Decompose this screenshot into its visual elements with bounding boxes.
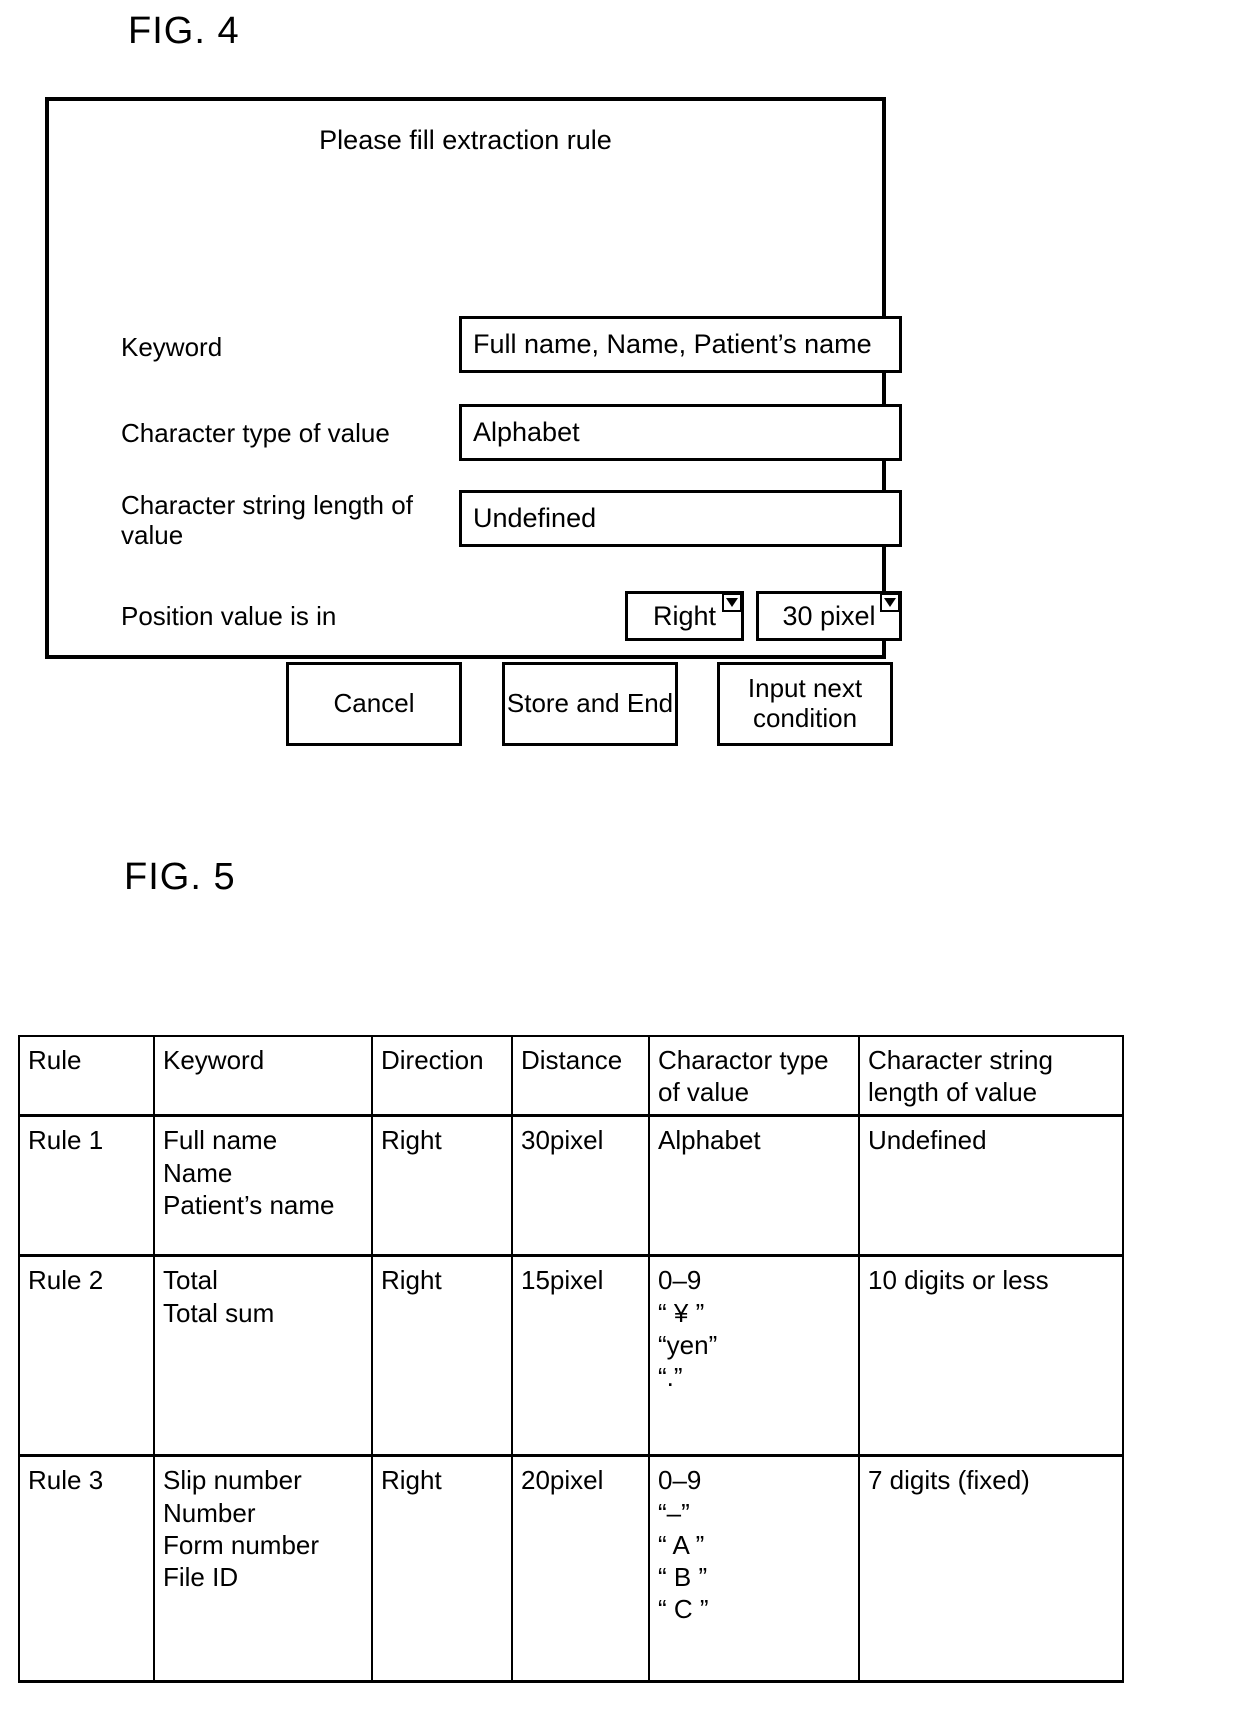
cell-keyword: Total Total sum	[153, 1254, 373, 1458]
cell-charactor-type: 0–9 “ ¥ ” “yen” “.”	[648, 1254, 860, 1458]
header-charactor-type: Charactor type of value	[648, 1035, 860, 1118]
table-row: Rule 1 Full name Name Patient’s name Right…	[18, 1114, 1124, 1258]
header-direction: Direction	[371, 1035, 513, 1118]
table-header-row: Rule Keyword Direction Distance Characto…	[18, 1035, 1124, 1118]
header-distance: Distance	[511, 1035, 650, 1118]
cell-line: Alphabet	[658, 1125, 761, 1156]
figure-4-label: FIG. 4	[128, 10, 240, 52]
table-row: Rule 3 Slip number Number Form number File …	[18, 1454, 1124, 1684]
distance-dropdown[interactable]: 30 pixel	[756, 591, 902, 641]
cell-line: Total	[163, 1265, 218, 1296]
extraction-rule-dialog: Please fill extraction rule Keyword Full…	[45, 97, 902, 746]
extraction-rules-table: Rule Keyword Direction Distance Characto…	[18, 1035, 1124, 1684]
header-charactor-type-line1: Charactor type	[658, 1045, 829, 1075]
cell-rule: Rule 2	[18, 1254, 155, 1458]
cell-charactor-type: Alphabet	[648, 1114, 860, 1258]
keyword-label: Keyword	[121, 332, 223, 362]
cell-direction: Right	[371, 1454, 513, 1684]
character-string-length-input[interactable]: Undefined	[459, 490, 902, 547]
cell-line: “yen”	[658, 1329, 718, 1360]
character-type-input[interactable]: Alphabet	[459, 404, 902, 461]
figure-5-label: FIG. 5	[124, 856, 236, 898]
character-string-length-label: Character string length of value	[121, 490, 413, 551]
header-character-length: Character string length of value	[858, 1035, 1124, 1118]
direction-dropdown-value: Right	[652, 600, 717, 631]
header-character-length-line2: length of value	[868, 1077, 1038, 1108]
header-character-length-line1: Character string	[868, 1045, 1053, 1075]
input-next-condition-line1: Input next	[747, 673, 863, 704]
cell-line: “.”	[658, 1362, 683, 1393]
position-value-label: Position value is in	[121, 601, 337, 631]
chevron-down-icon[interactable]	[880, 593, 900, 612]
cell-line: Slip number	[163, 1465, 302, 1496]
dialog-title: Please fill extraction rule	[319, 125, 612, 155]
cell-distance: 30pixel	[511, 1114, 650, 1258]
chevron-down-icon[interactable]	[722, 593, 742, 612]
cell-charactor-type: 0–9 “–” “ A ” “ B ” “ C ”	[648, 1454, 860, 1684]
input-next-condition-line2: condition	[752, 703, 858, 733]
cell-line: “ B ”	[658, 1562, 708, 1593]
cell-distance: 20pixel	[511, 1454, 650, 1684]
cell-line: “ C ”	[658, 1594, 709, 1625]
direction-dropdown[interactable]: Right	[625, 591, 744, 641]
header-charactor-type-line2: of value	[658, 1077, 750, 1108]
cell-line: “–”	[658, 1497, 690, 1528]
cell-rule: Rule 3	[18, 1454, 155, 1684]
cell-direction: Right	[371, 1254, 513, 1458]
cell-character-length: 7 digits (fixed)	[858, 1454, 1124, 1684]
cell-line: Total sum	[163, 1297, 275, 1328]
cell-line: File ID	[163, 1562, 239, 1593]
cell-line: Patient’s name	[163, 1189, 335, 1220]
cell-character-length: Undefined	[858, 1114, 1124, 1258]
cell-line: Full name	[163, 1125, 278, 1156]
cell-line: “ ¥ ”	[658, 1297, 705, 1328]
cell-line: 0–9	[658, 1265, 702, 1296]
cell-rule: Rule 1	[18, 1114, 155, 1258]
cell-distance: 15pixel	[511, 1254, 650, 1458]
cell-line: Name	[163, 1157, 233, 1188]
cell-direction: Right	[371, 1114, 513, 1258]
cell-keyword: Slip number Number Form number File ID	[153, 1454, 373, 1684]
cell-line: 0–9	[658, 1465, 702, 1496]
keyword-input[interactable]: Full name, Name, Patient’s name	[459, 316, 902, 373]
store-and-end-button[interactable]: Store and End	[502, 662, 678, 746]
header-rule: Rule	[18, 1035, 155, 1118]
header-keyword: Keyword	[153, 1035, 373, 1118]
cell-line: “ A ”	[658, 1529, 705, 1560]
table-row: Rule 2 Total Total sum Right 15pixel 0–9 “…	[18, 1254, 1124, 1458]
cell-keyword: Full name Name Patient’s name	[153, 1114, 373, 1258]
cell-character-length: 10 digits or less	[858, 1254, 1124, 1458]
character-type-label: Character type of value	[121, 418, 390, 448]
cell-line: Number	[163, 1497, 256, 1528]
distance-dropdown-value: 30 pixel	[782, 600, 876, 631]
cancel-button[interactable]: Cancel	[286, 662, 462, 746]
input-next-condition-button[interactable]: Input next condition	[717, 662, 893, 746]
cell-line: Form number	[163, 1529, 320, 1560]
